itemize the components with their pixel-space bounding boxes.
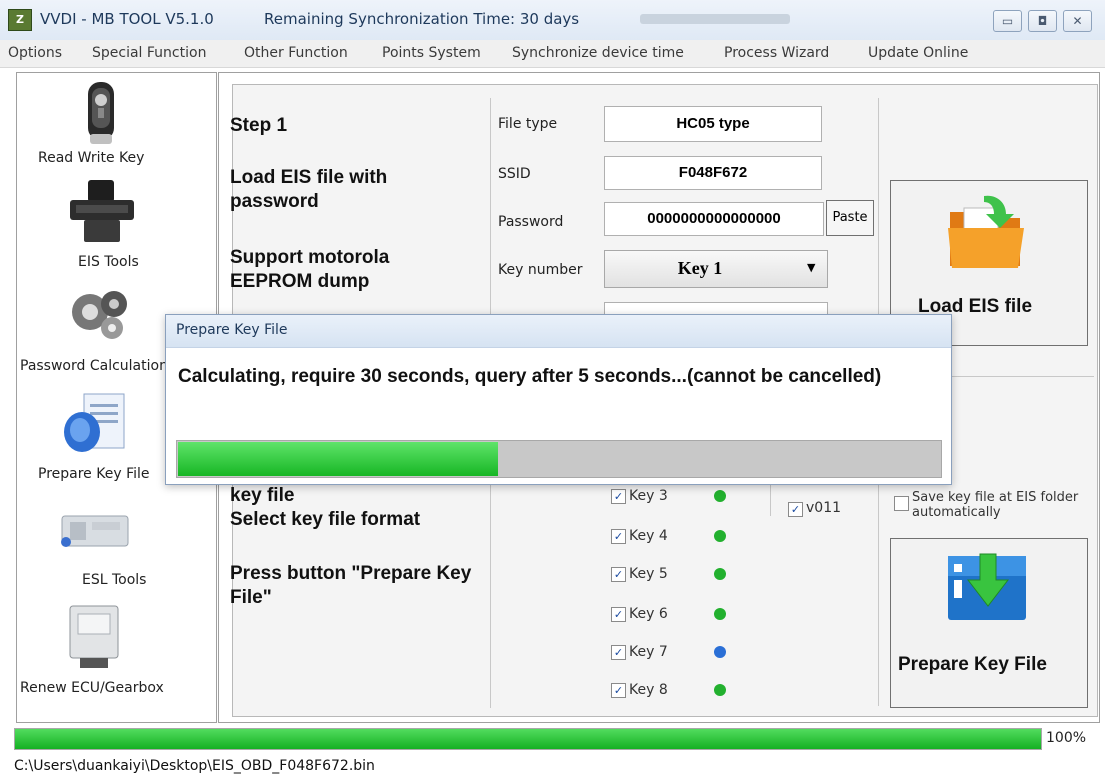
ecu-icon[interactable] (66, 604, 122, 674)
key4-status-dot (714, 530, 726, 542)
redacted-bar (640, 14, 790, 24)
menu-bar: Options Special Function Other Function … (0, 40, 1105, 68)
password-label: Password (498, 214, 564, 230)
paste-button[interactable]: Paste (826, 200, 874, 236)
key8-label: Key 8 (629, 682, 668, 698)
key3-checkbox[interactable]: ✓ (611, 489, 626, 504)
key-number-label: Key number (498, 262, 583, 278)
key-number-select[interactable]: Key 1 ▼ (604, 250, 828, 288)
dialog-title-bar: Prepare Key File (166, 315, 951, 348)
sidebar-item-read-write-key[interactable]: Read Write Key (38, 150, 144, 166)
bottom-progress-bar (14, 728, 1042, 750)
key5-checkbox[interactable]: ✓ (611, 567, 626, 582)
step-select-format: Select key file format (230, 509, 421, 530)
status-bar-path: C:\Users\duankaiyi\Desktop\EIS_OBD_F048F… (14, 758, 375, 774)
key-file-icon[interactable] (60, 390, 130, 460)
key4-label: Key 4 (629, 528, 668, 544)
close-button[interactable]: ✕ (1063, 10, 1092, 32)
dialog-progress-fill (178, 442, 499, 476)
dialog-progress-bar (176, 440, 942, 478)
minimize-icon: ▭ (1001, 14, 1014, 28)
menu-synchronize-time[interactable]: Synchronize device time (512, 45, 684, 61)
file-type-field: HC05 type (604, 106, 822, 142)
close-icon: ✕ (1072, 14, 1083, 28)
menu-update-online[interactable]: Update Online (868, 45, 968, 61)
menu-process-wizard[interactable]: Process Wizard (724, 45, 829, 61)
sidebar-item-eis-tools[interactable]: EIS Tools (78, 254, 139, 270)
key8-status-dot (714, 684, 726, 696)
key-number-value: Key 1 (677, 258, 723, 278)
folder-open-icon (944, 188, 1028, 276)
step-press-button: Press button "Prepare Key File" (230, 563, 472, 608)
sidebar-item-esl-tools[interactable]: ESL Tools (82, 572, 146, 588)
key6-label: Key 6 (629, 606, 668, 622)
bottom-progress-fill (15, 729, 1041, 749)
app-logo-icon: Z (8, 9, 32, 31)
ssid-field: F048F672 (604, 156, 822, 190)
step-support: Support motorola EEPROM dump (230, 247, 390, 292)
key6-status-dot (714, 608, 726, 620)
maximize-icon: ◘ (1037, 14, 1048, 28)
key4-checkbox[interactable]: ✓ (611, 529, 626, 544)
dialog-message: Calculating, require 30 seconds, query a… (178, 366, 882, 387)
menu-special-function[interactable]: Special Function (92, 45, 206, 61)
key7-status-dot (714, 646, 726, 658)
key7-checkbox[interactable]: ✓ (611, 645, 626, 660)
key8-checkbox[interactable]: ✓ (611, 683, 626, 698)
file-type-label: File type (498, 116, 558, 132)
menu-other-function[interactable]: Other Function (244, 45, 348, 61)
key3-label: Key 3 (629, 488, 668, 504)
divider (878, 98, 879, 348)
car-key-icon[interactable] (78, 80, 124, 154)
password-field[interactable]: 0000000000000000 (604, 202, 824, 236)
sidebar-item-prepare-key-file[interactable]: Prepare Key File (38, 466, 150, 482)
v011-label: v011 (806, 500, 842, 516)
key5-status-dot (714, 568, 726, 580)
step-key-file: key file (230, 485, 295, 506)
esl-module-icon[interactable] (58, 508, 132, 556)
key5-label: Key 5 (629, 566, 668, 582)
sidebar-item-renew-ecu-gearbox[interactable]: Renew ECU/Gearbox (20, 680, 164, 696)
sidebar-item-password-calculation[interactable]: Password Calculation (20, 358, 168, 374)
menu-options[interactable]: Options (8, 45, 62, 61)
dialog-title: Prepare Key File (176, 322, 288, 338)
key6-checkbox[interactable]: ✓ (611, 607, 626, 622)
maximize-button[interactable]: ◘ (1028, 10, 1057, 32)
key3-status-dot (714, 490, 726, 502)
sync-status: Remaining Synchronization Time: 30 days (264, 10, 580, 28)
prepare-key-file-dialog: Prepare Key File Calculating, require 30… (165, 314, 952, 485)
progress-percent: 100% (1046, 730, 1087, 746)
save-eis-folder-label: Save key file at EIS folder automaticall… (912, 490, 1079, 520)
gears-icon[interactable] (68, 286, 132, 346)
minimize-button[interactable]: ▭ (993, 10, 1022, 32)
menu-points-system[interactable]: Points System (382, 45, 481, 61)
chevron-down-icon: ▼ (807, 261, 816, 274)
prepare-key-file-label: Prepare Key File (898, 654, 1047, 675)
step-title: Step 1 (230, 115, 288, 136)
ssid-label: SSID (498, 166, 531, 182)
step-load-eis: Load EIS file with password (230, 167, 388, 212)
window-title: VVDI - MB TOOL V5.1.0 (40, 10, 214, 28)
key7-label: Key 7 (629, 644, 668, 660)
title-bar: Z VVDI - MB TOOL V5.1.0 Remaining Synchr… (0, 0, 1105, 41)
eis-module-icon[interactable] (66, 178, 138, 250)
v011-checkbox[interactable]: ✓ (788, 502, 803, 517)
download-arrow-icon (946, 550, 1028, 628)
save-eis-folder-checkbox[interactable] (894, 496, 909, 511)
divider (878, 476, 879, 706)
